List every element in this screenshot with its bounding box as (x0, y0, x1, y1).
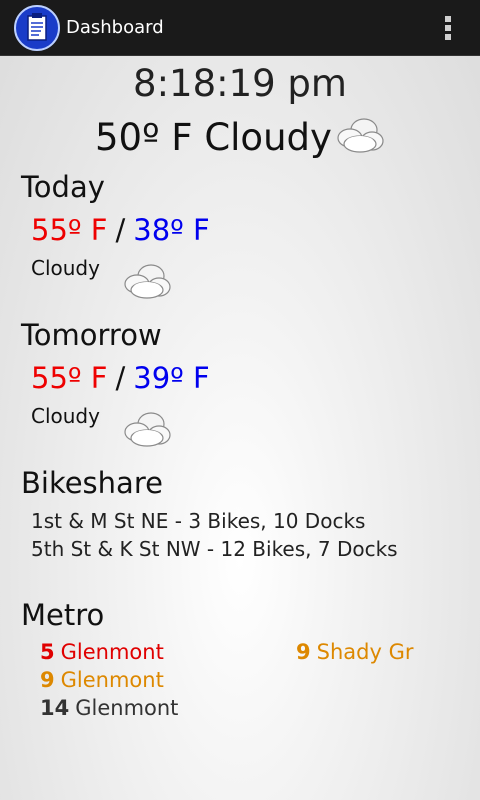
metro-minutes: 14 (40, 696, 70, 720)
app-title: Dashboard (66, 17, 164, 38)
today-title: Today (21, 170, 105, 204)
metro-destination: Glenmont (75, 696, 179, 720)
metro-title: Metro (21, 598, 105, 632)
current-time: 8:18:19 pm (133, 62, 347, 105)
metro-arrival: 5 Glenmont (40, 640, 164, 664)
metro-arrival: 14 Glenmont (40, 696, 178, 720)
metro-minutes: 9 (296, 640, 311, 664)
cloudy-icon (124, 412, 171, 447)
metro-minutes: 9 (40, 668, 55, 692)
today-low: 38º F (133, 213, 210, 247)
current-conditions: 50º F Cloudy (95, 116, 332, 159)
tomorrow-low: 39º F (133, 361, 210, 395)
today-temps: 55º F/38º F (31, 213, 210, 247)
cloudy-icon (124, 264, 171, 299)
clipboard-icon[interactable] (14, 5, 60, 51)
metro-arrival: 9 Shady Gr (296, 640, 413, 664)
cloudy-icon (337, 118, 384, 153)
tomorrow-title: Tomorrow (21, 318, 162, 352)
tomorrow-temps: 55º F/39º F (31, 361, 210, 395)
metro-destination: Glenmont (60, 640, 164, 664)
tomorrow-high: 55º F (31, 361, 108, 395)
bikeshare-station: 1st & M St NE - 3 Bikes, 10 Docks (31, 509, 366, 533)
bikeshare-station: 5th St & K St NW - 12 Bikes, 7 Docks (31, 537, 398, 561)
action-bar: Dashboard (0, 0, 480, 56)
temp-separator: / (115, 361, 126, 395)
metro-arrival: 9 Glenmont (40, 668, 164, 692)
metro-destination: Shady Gr (316, 640, 414, 664)
metro-destination: Glenmont (60, 668, 164, 692)
metro-minutes: 5 (40, 640, 55, 664)
temp-separator: / (115, 213, 126, 247)
today-condition: Cloudy (31, 256, 100, 280)
today-high: 55º F (31, 213, 108, 247)
tomorrow-condition: Cloudy (31, 404, 100, 428)
overflow-menu-icon[interactable] (436, 14, 460, 42)
bikeshare-title: Bikeshare (21, 466, 163, 500)
